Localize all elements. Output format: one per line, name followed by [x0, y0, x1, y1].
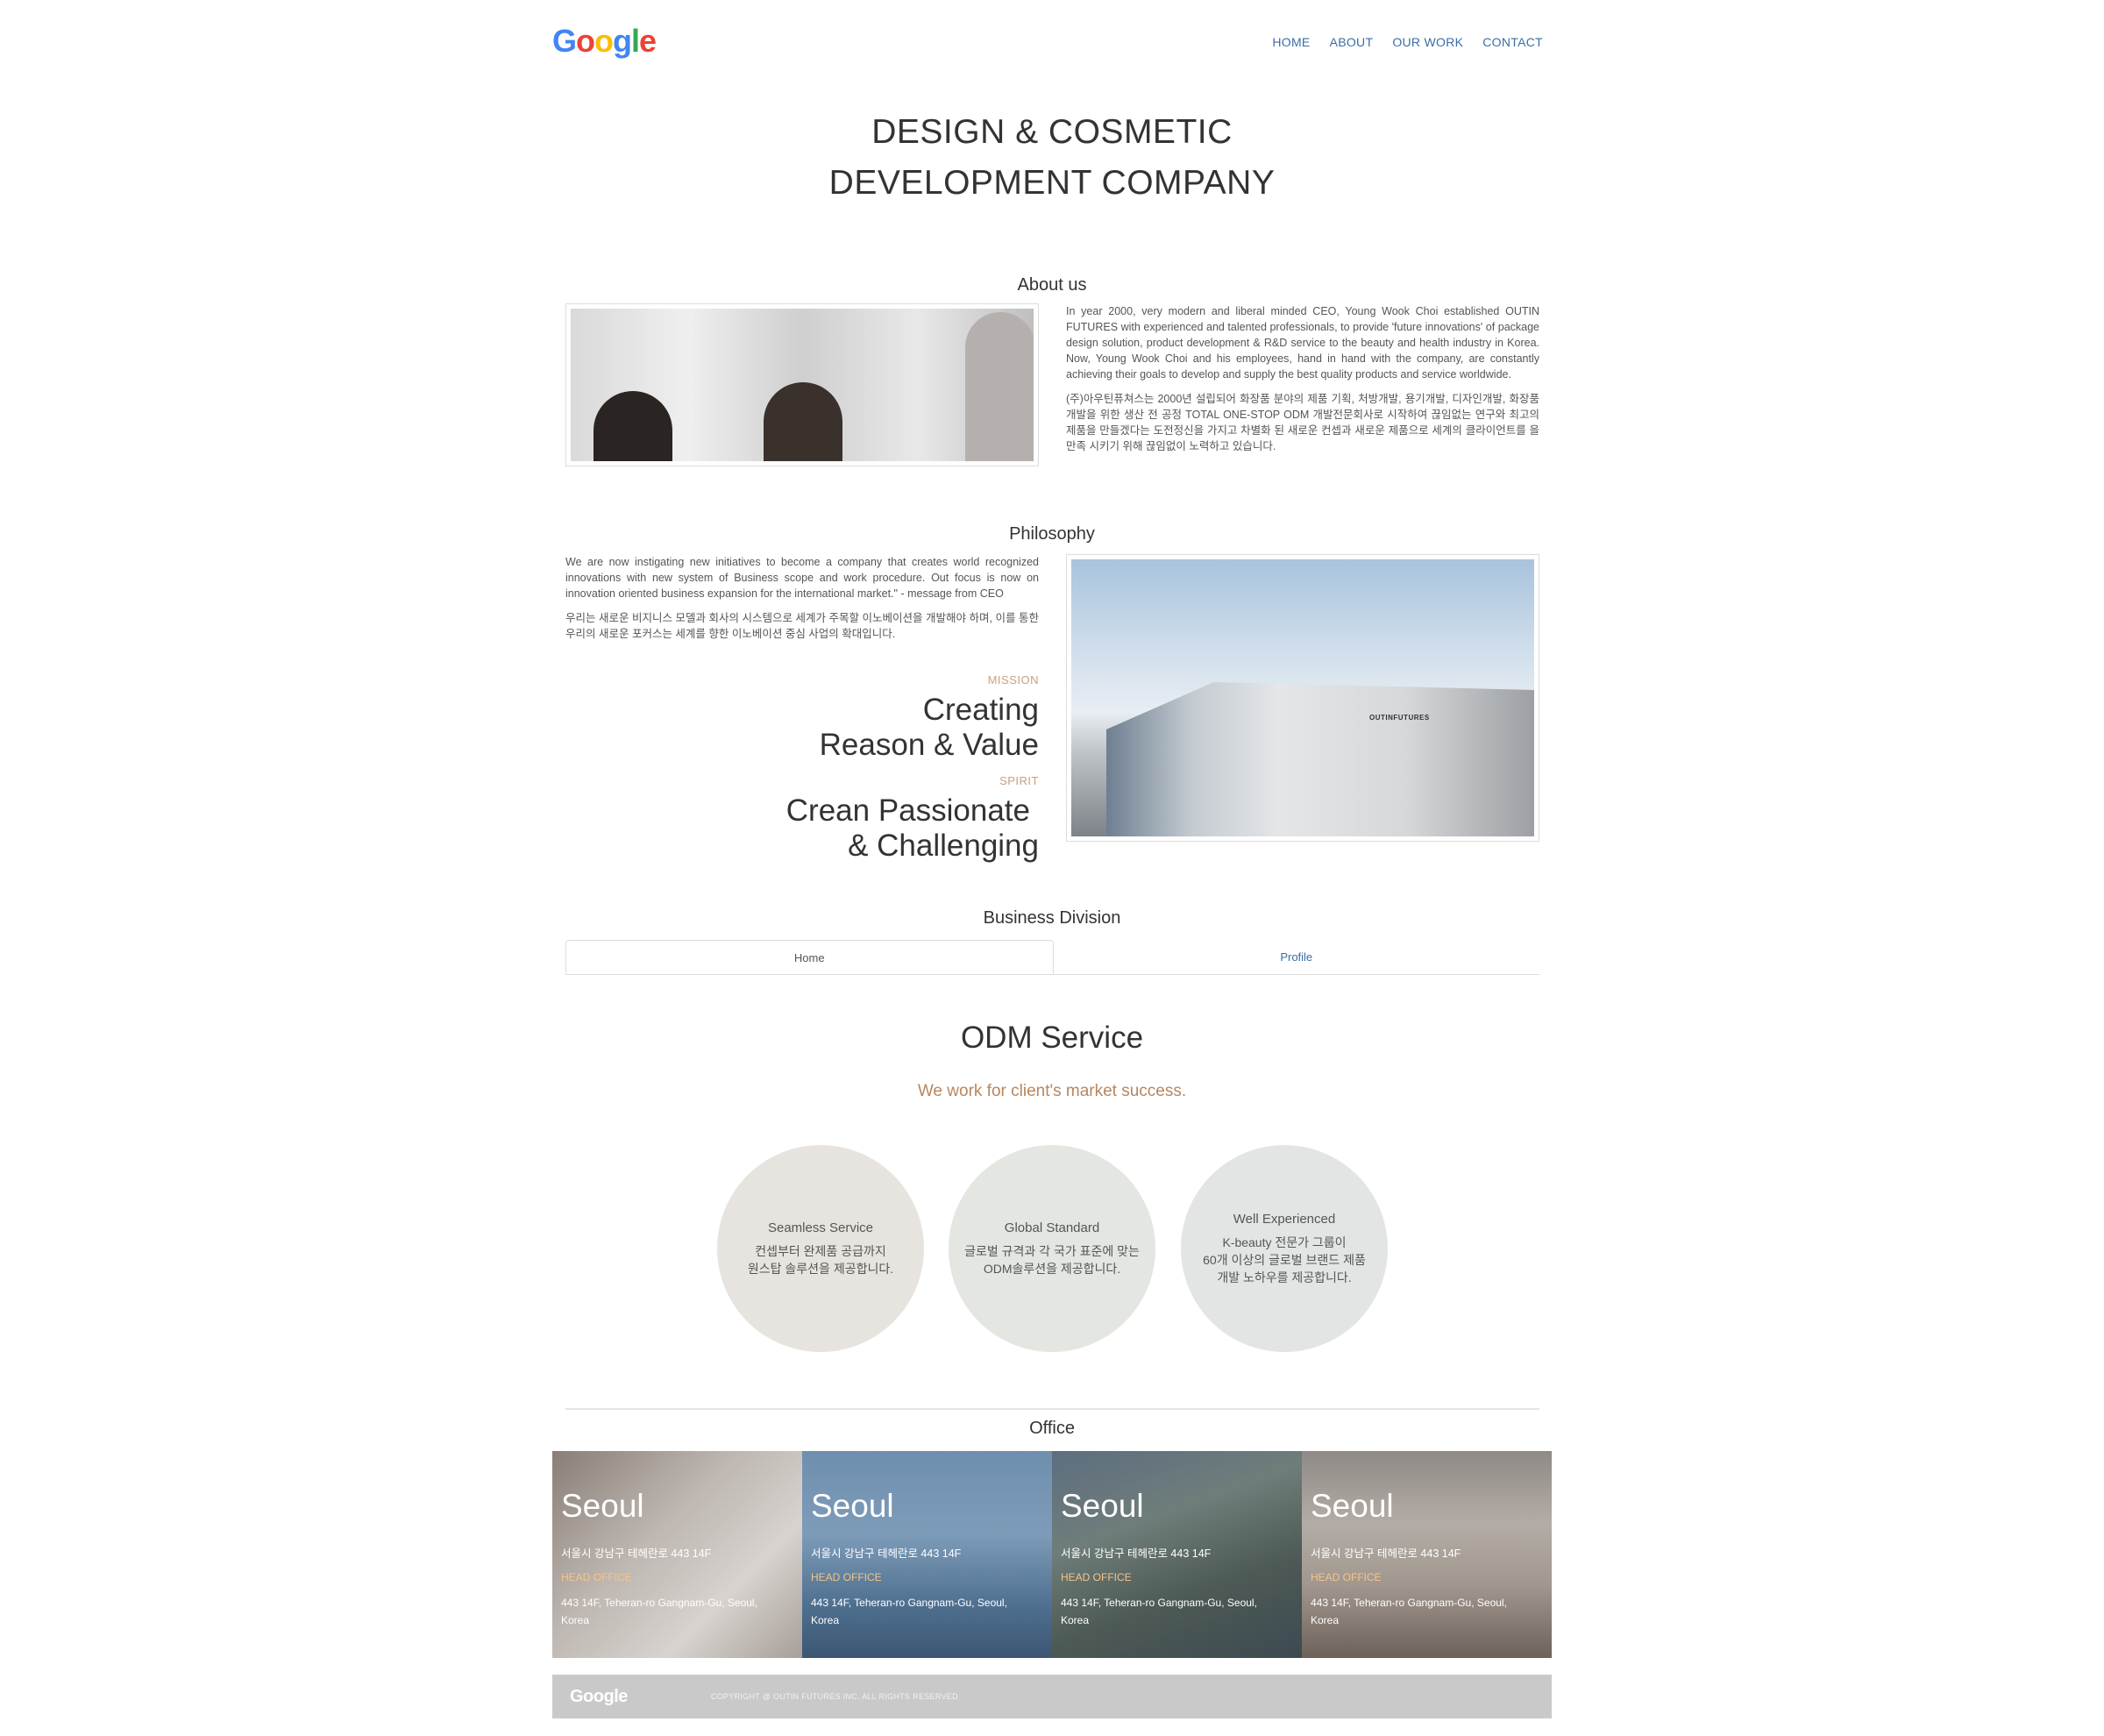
- office-address-en-line: Korea: [561, 1614, 590, 1626]
- copyright-text: COPYRIGHT @ OUTIN FUTURES INC. ALL RIGHT…: [710, 1692, 958, 1701]
- feature-desc-line: 원스탑 솔루션을 제공합니다.: [747, 1261, 894, 1276]
- feature-desc-line: K-beauty 전문가 그룹이: [1222, 1234, 1347, 1249]
- section-divider: [565, 1408, 1539, 1410]
- office-address-en: 443 14F, Teheran-ro Gangnam-Gu, Seoul, K…: [811, 1594, 1043, 1629]
- office-city: Seoul: [811, 1488, 894, 1524]
- office-label: HEAD OFFICE: [1061, 1571, 1132, 1583]
- feature-desc-line: 글로벌 규격과 각 국가 표준에 맞는: [964, 1243, 1140, 1258]
- building-image: OUTINFUTURES: [1066, 554, 1539, 842]
- office-address-kr: 서울시 강남구 테헤란로 443 14F: [561, 1547, 712, 1560]
- feature-circle-global: Global Standard 글로벌 규격과 각 국가 표준에 맞는 ODM솔…: [949, 1145, 1155, 1352]
- office-address-en-line: Korea: [1311, 1614, 1340, 1626]
- building-sign: OUTINFUTURES: [1369, 714, 1430, 722]
- office-label: HEAD OFFICE: [1311, 1571, 1382, 1583]
- feature-desc-line: 개발 노하우를 제공합니다.: [1217, 1270, 1352, 1284]
- about-image: [565, 303, 1039, 466]
- tab-profile[interactable]: Profile: [1054, 940, 1540, 974]
- office-label: HEAD OFFICE: [561, 1571, 632, 1583]
- philosophy-text: We are now instigating new initiatives t…: [565, 554, 1039, 651]
- building-photo: OUTINFUTURES: [1071, 559, 1534, 836]
- feature-desc-line: 컨셉부터 완제품 공급까지: [755, 1243, 886, 1258]
- business-division-title: Business Division: [983, 908, 1121, 928]
- feature-circle-experienced: Well Experienced K-beauty 전문가 그룹이 60개 이상…: [1181, 1145, 1388, 1352]
- google-logo[interactable]: Google: [552, 23, 657, 59]
- about-text-en: In year 2000, very modern and liberal mi…: [1066, 305, 1539, 381]
- feature-circle-seamless: Seamless Service 컨셉부터 완제품 공급까지 원스탑 솔루션을 …: [717, 1145, 924, 1352]
- office-address-en-line: Korea: [1061, 1614, 1090, 1626]
- office-city: Seoul: [1311, 1488, 1394, 1524]
- office-city: Seoul: [1061, 1488, 1144, 1524]
- feature-desc-line: ODM솔루션을 제공합니다.: [983, 1261, 1121, 1276]
- page: Google HOME ABOUT OUR WORK CONTACT DESIG…: [552, 0, 1552, 1736]
- odm-subtitle: We work for client's market success.: [917, 1082, 1187, 1100]
- mission-line-1: Creating: [922, 693, 1039, 727]
- tab-home[interactable]: Home: [565, 940, 1054, 974]
- spirit-label: SPIRIT: [999, 774, 1039, 787]
- nav-about-link[interactable]: ABOUT: [1330, 35, 1374, 49]
- office-address-en: 443 14F, Teheran-ro Gangnam-Gu, Seoul, K…: [1061, 1594, 1293, 1629]
- office-address-kr: 서울시 강남구 테헤란로 443 14F: [1311, 1547, 1461, 1560]
- feature-title: Seamless Service: [767, 1220, 874, 1235]
- philosophy-text-en: We are now instigating new initiatives t…: [565, 556, 1039, 600]
- office-address-en-line: Korea: [811, 1614, 840, 1626]
- office-label: HEAD OFFICE: [811, 1571, 882, 1583]
- feature-desc-line: 60개 이상의 글로벌 브랜드 제품: [1203, 1252, 1366, 1267]
- office-address-kr: 서울시 강남구 테헤란로 443 14F: [1061, 1547, 1212, 1560]
- about-text-kr: (주)아우틴퓨쳐스는 2000년 설립되어 화장품 분야의 제품 기획, 처방개…: [1066, 393, 1539, 452]
- philosophy-title: Philosophy: [1009, 524, 1095, 544]
- office-city: Seoul: [561, 1488, 644, 1524]
- office-card[interactable]: Seoul 서울시 강남구 테헤란로 443 14F HEAD OFFICE 4…: [1302, 1451, 1552, 1658]
- office-address-en: 443 14F, Teheran-ro Gangnam-Gu, Seoul, K…: [561, 1594, 793, 1629]
- office-cards: Seoul 서울시 강남구 테헤란로 443 14F HEAD OFFICE 4…: [552, 1451, 1552, 1658]
- nav-home-link[interactable]: HOME: [1272, 35, 1310, 49]
- top-nav: HOME ABOUT OUR WORK CONTACT: [1272, 35, 1543, 49]
- spirit-line-1: Crean Passionate: [785, 793, 1030, 828]
- hero-line-2: DEVELOPMENT COMPANY: [828, 164, 1276, 202]
- about-text: In year 2000, very modern and liberal mi…: [1066, 303, 1539, 463]
- footer: Google COPYRIGHT @ OUTIN FUTURES INC. AL…: [552, 1675, 1552, 1718]
- feature-title: Global Standard: [1004, 1220, 1100, 1235]
- office-address-en-line: 443 14F, Teheran-ro Gangnam-Gu, Seoul,: [1061, 1597, 1257, 1609]
- office-card[interactable]: Seoul 서울시 강남구 테헤란로 443 14F HEAD OFFICE 4…: [802, 1451, 1052, 1658]
- hero-heading: DESIGN & COSMETIC DEVELOPMENT COMPANY: [552, 107, 1552, 209]
- meeting-photo: [571, 309, 1034, 461]
- nav-our-work-link[interactable]: OUR WORK: [1392, 35, 1463, 49]
- about-title: About us: [1017, 275, 1087, 295]
- business-tabs: Home Profile: [565, 940, 1539, 975]
- footer-logo[interactable]: Google: [570, 1687, 628, 1707]
- spirit-line-2: & Challenging: [848, 829, 1039, 863]
- office-address-en: 443 14F, Teheran-ro Gangnam-Gu, Seoul, K…: [1311, 1594, 1543, 1629]
- office-address-en-line: 443 14F, Teheran-ro Gangnam-Gu, Seoul,: [561, 1597, 757, 1609]
- odm-title: ODM Service: [960, 1021, 1144, 1055]
- office-address-kr: 서울시 강남구 테헤란로 443 14F: [811, 1547, 962, 1560]
- office-address-en-line: 443 14F, Teheran-ro Gangnam-Gu, Seoul,: [811, 1597, 1007, 1609]
- mission-label: MISSION: [987, 673, 1039, 687]
- mission-line-2: Reason & Value: [819, 728, 1039, 762]
- office-card[interactable]: Seoul 서울시 강남구 테헤란로 443 14F HEAD OFFICE 4…: [552, 1451, 802, 1658]
- philosophy-text-kr: 우리는 새로운 비지니스 모델과 회사의 시스템으로 세계가 주목할 이노베이션…: [565, 612, 1039, 640]
- hero-line-1: DESIGN & COSMETIC: [871, 113, 1233, 151]
- nav-contact-link[interactable]: CONTACT: [1482, 35, 1543, 49]
- feature-title: Well Experienced: [1233, 1211, 1336, 1227]
- office-address-en-line: 443 14F, Teheran-ro Gangnam-Gu, Seoul,: [1311, 1597, 1507, 1609]
- office-card[interactable]: Seoul 서울시 강남구 테헤란로 443 14F HEAD OFFICE 4…: [1052, 1451, 1302, 1658]
- office-title: Office: [1029, 1419, 1075, 1438]
